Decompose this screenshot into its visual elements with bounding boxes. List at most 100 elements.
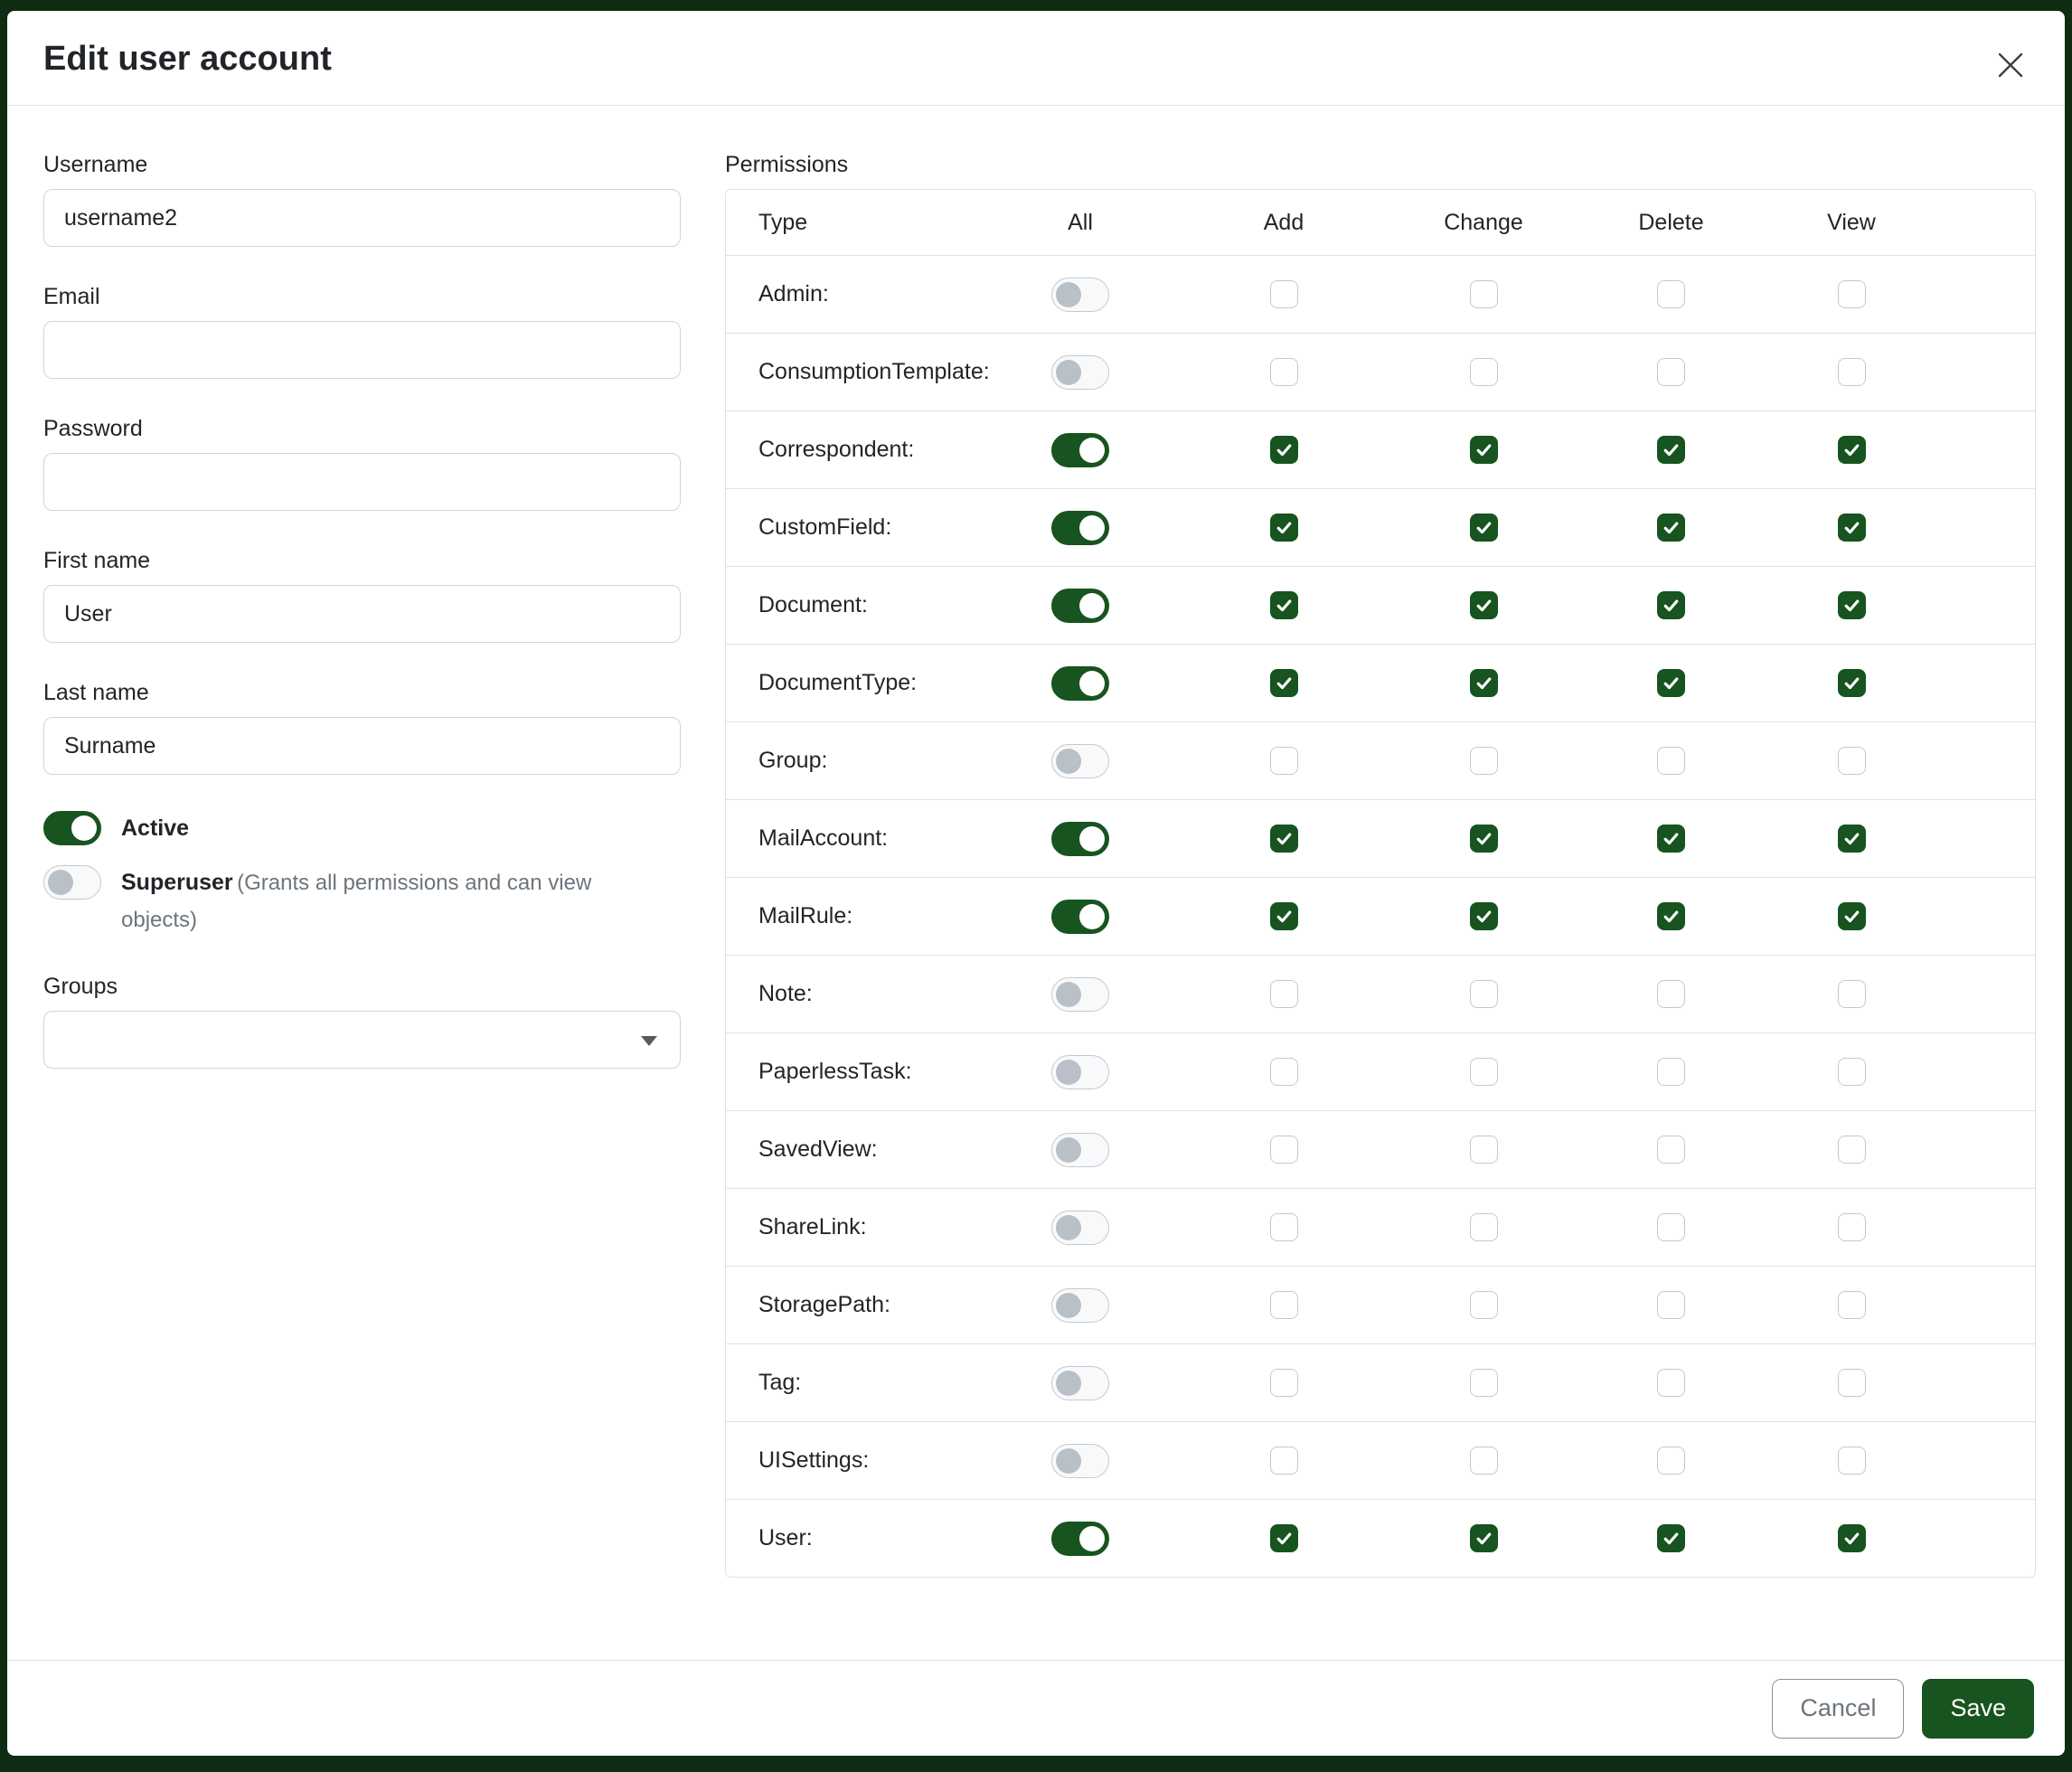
permission-all-toggle[interactable] [1051,589,1109,623]
edit-user-modal: Edit user account Username Email Passwor… [7,11,2065,1756]
permission-view-checkbox[interactable] [1838,1058,1866,1086]
permission-add-checkbox[interactable] [1270,1369,1298,1397]
permission-all-toggle[interactable] [1051,355,1109,390]
last-name-field[interactable] [43,717,681,775]
permission-add-checkbox[interactable] [1270,1524,1298,1552]
permission-change-checkbox[interactable] [1470,1447,1498,1475]
permission-add-checkbox[interactable] [1270,669,1298,697]
close-button[interactable] [1991,45,2030,85]
permission-view-checkbox[interactable] [1838,358,1866,386]
permission-delete-checkbox[interactable] [1657,669,1685,697]
permission-all-toggle[interactable] [1051,1444,1109,1478]
permission-add-checkbox[interactable] [1270,980,1298,1008]
permission-change-checkbox[interactable] [1470,591,1498,619]
permission-delete-checkbox[interactable] [1657,358,1685,386]
save-button[interactable]: Save [1922,1679,2034,1739]
active-toggle[interactable] [43,811,101,845]
permission-all-toggle[interactable] [1051,900,1109,934]
permission-view-checkbox[interactable] [1838,1369,1866,1397]
permission-view-checkbox[interactable] [1838,980,1866,1008]
permission-delete-checkbox[interactable] [1657,1136,1685,1164]
permission-view-checkbox[interactable] [1838,1213,1866,1241]
permission-delete-checkbox[interactable] [1657,1058,1685,1086]
permission-delete-checkbox[interactable] [1657,1369,1685,1397]
permission-add-checkbox[interactable] [1270,591,1298,619]
permission-change-checkbox[interactable] [1470,1291,1498,1319]
permission-delete-checkbox[interactable] [1657,1524,1685,1552]
permission-change-checkbox[interactable] [1470,1524,1498,1552]
permission-delete-checkbox[interactable] [1657,1291,1685,1319]
permission-all-toggle[interactable] [1051,1288,1109,1323]
first-name-field[interactable] [43,585,681,643]
permission-all-toggle[interactable] [1051,822,1109,856]
groups-select[interactable] [43,1011,681,1069]
permission-view-checkbox[interactable] [1838,436,1866,464]
permission-all-toggle[interactable] [1051,1055,1109,1089]
permission-all-toggle[interactable] [1051,1522,1109,1556]
permission-all-toggle[interactable] [1051,744,1109,778]
permission-change-checkbox[interactable] [1470,436,1498,464]
permission-add-checkbox[interactable] [1270,280,1298,308]
permission-view-checkbox[interactable] [1838,280,1866,308]
permission-change-checkbox[interactable] [1470,280,1498,308]
permission-all-toggle[interactable] [1051,977,1109,1012]
permission-delete-checkbox[interactable] [1657,980,1685,1008]
permission-add-checkbox[interactable] [1270,1447,1298,1475]
password-field[interactable] [43,453,681,511]
permission-view-checkbox[interactable] [1838,1447,1866,1475]
permission-all-toggle[interactable] [1051,1211,1109,1245]
permission-add-checkbox[interactable] [1270,514,1298,542]
permission-all-toggle[interactable] [1051,511,1109,545]
permission-view-checkbox[interactable] [1838,669,1866,697]
permission-delete-checkbox[interactable] [1657,591,1685,619]
permission-all-toggle[interactable] [1051,278,1109,312]
permission-change-checkbox[interactable] [1470,747,1498,775]
permission-add-checkbox[interactable] [1270,1136,1298,1164]
permission-view-checkbox[interactable] [1838,825,1866,853]
permission-all-toggle[interactable] [1051,666,1109,701]
permission-add-checkbox[interactable] [1270,358,1298,386]
superuser-toggle[interactable] [43,865,101,900]
permission-add-checkbox[interactable] [1270,825,1298,853]
permission-change-checkbox[interactable] [1470,1136,1498,1164]
permission-change-checkbox[interactable] [1470,980,1498,1008]
permission-add-checkbox[interactable] [1270,902,1298,930]
permission-change-checkbox[interactable] [1470,514,1498,542]
permission-add-checkbox[interactable] [1270,436,1298,464]
permission-delete-checkbox[interactable] [1657,825,1685,853]
permission-change-checkbox[interactable] [1470,902,1498,930]
permission-add-checkbox[interactable] [1270,747,1298,775]
permission-view-checkbox[interactable] [1838,1524,1866,1552]
permission-delete-checkbox[interactable] [1657,902,1685,930]
check-icon [1275,829,1294,848]
email-field[interactable] [43,321,681,379]
permission-delete-checkbox[interactable] [1657,436,1685,464]
username-input[interactable] [43,189,681,247]
permission-view-checkbox[interactable] [1838,902,1866,930]
permission-all-toggle[interactable] [1051,1366,1109,1400]
permission-delete-checkbox[interactable] [1657,280,1685,308]
permission-all-toggle[interactable] [1051,433,1109,467]
permission-view-checkbox[interactable] [1838,747,1866,775]
permission-add-checkbox[interactable] [1270,1291,1298,1319]
cancel-button[interactable]: Cancel [1772,1679,1904,1739]
permission-change-checkbox[interactable] [1470,669,1498,697]
permission-view-checkbox[interactable] [1838,1136,1866,1164]
permission-all-toggle[interactable] [1051,1133,1109,1167]
permission-change-checkbox[interactable] [1470,1369,1498,1397]
permission-view-checkbox[interactable] [1838,514,1866,542]
permission-delete-checkbox[interactable] [1657,514,1685,542]
permission-view-checkbox[interactable] [1838,591,1866,619]
permission-change-checkbox[interactable] [1470,1058,1498,1086]
permission-add-checkbox[interactable] [1270,1058,1298,1086]
check-icon [1662,440,1681,459]
permission-delete-checkbox[interactable] [1657,747,1685,775]
permission-change-checkbox[interactable] [1470,358,1498,386]
permission-change-checkbox[interactable] [1470,825,1498,853]
permission-change-checkbox[interactable] [1470,1213,1498,1241]
permission-add-checkbox[interactable] [1270,1213,1298,1241]
permission-delete-checkbox[interactable] [1657,1447,1685,1475]
permission-view-checkbox[interactable] [1838,1291,1866,1319]
check-icon [1275,674,1294,693]
permission-delete-checkbox[interactable] [1657,1213,1685,1241]
